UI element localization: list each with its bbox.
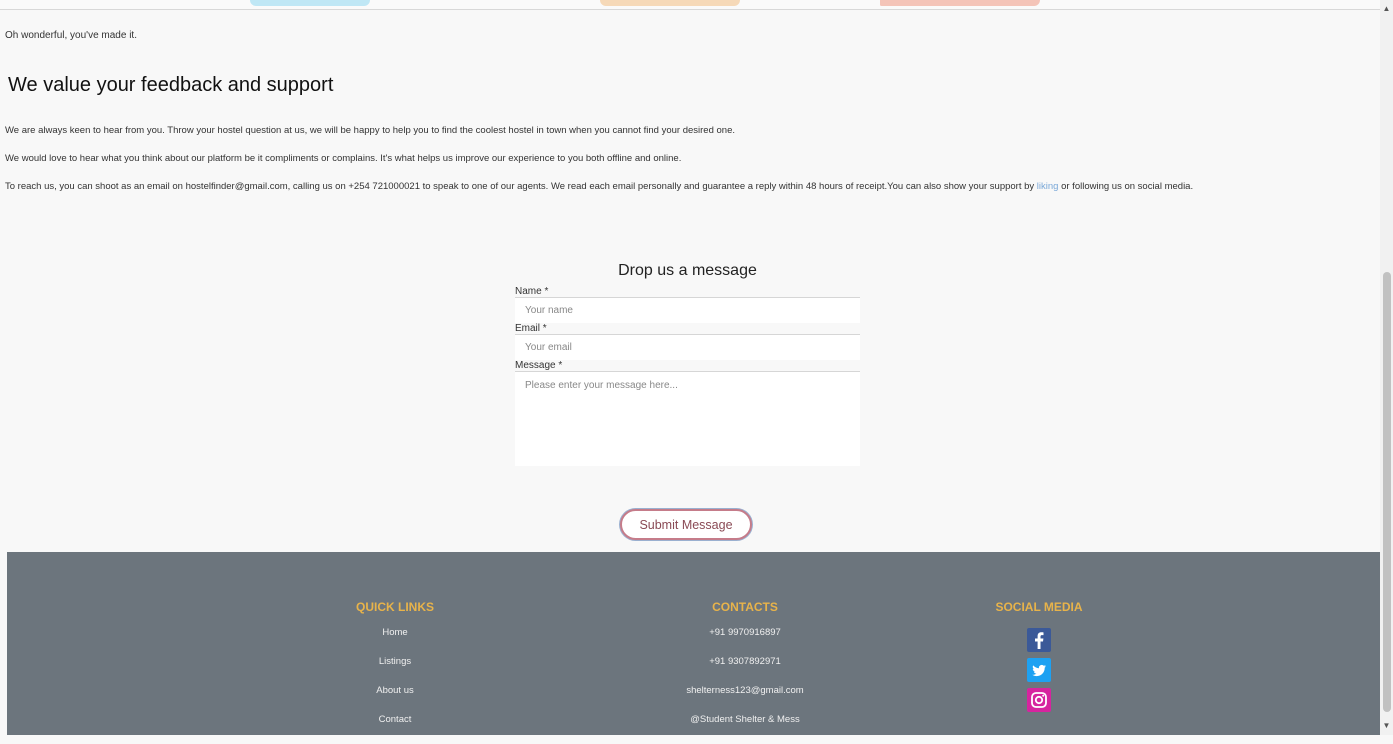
contact-phone-1: +91 9970916897 [709, 627, 781, 638]
facebook-icon[interactable] [1027, 628, 1051, 652]
form-title: Drop us a message [618, 262, 757, 279]
vertical-scrollbar[interactable]: ▲ ▼ [1380, 0, 1393, 735]
twitter-icon[interactable] [1027, 658, 1051, 682]
social-media-title: SOCIAL MEDIA [995, 600, 1083, 614]
footer-link-listings[interactable]: Listings [275, 657, 515, 686]
contact-form: Drop us a message Name * Email * Message… [515, 262, 860, 466]
banner-shape [600, 0, 740, 6]
footer: QUICK LINKS Home Listings About us Conta… [7, 552, 1380, 735]
scroll-down-icon[interactable]: ▼ [1380, 719, 1393, 733]
footer-link-contact[interactable]: Contact [275, 715, 515, 744]
paragraph-intro: We are always keen to hear from you. Thr… [5, 125, 735, 136]
contacts-column: CONTACTS +91 9970916897 +91 9307892971 s… [625, 600, 865, 744]
scrollbar-thumb[interactable] [1383, 272, 1391, 712]
quick-links-column: QUICK LINKS Home Listings About us Conta… [275, 600, 515, 744]
footer-link-home[interactable]: Home [275, 628, 515, 657]
quick-links-title: QUICK LINKS [356, 600, 434, 614]
footer-link-about[interactable]: About us [275, 686, 515, 715]
message-textarea[interactable] [515, 371, 860, 466]
paragraph-contact: To reach us, you can shoot as an email o… [5, 180, 1380, 193]
contact-handle: @Student Shelter & Mess [690, 714, 800, 725]
contact-text: To reach us, you can shoot as an email o… [5, 181, 1037, 192]
contact-email: shelterness123@gmail.com [686, 685, 804, 696]
contact-text-end: or following us on social media. [1058, 181, 1194, 192]
name-label: Name * [515, 286, 549, 297]
name-input[interactable] [515, 297, 860, 323]
intro-text: Oh wonderful, you've made it. [5, 30, 137, 41]
submit-message-button[interactable]: Submit Message [620, 509, 752, 540]
message-label: Message * [515, 360, 563, 371]
liking-link[interactable]: liking [1037, 181, 1059, 192]
social-media-column: SOCIAL MEDIA [919, 600, 1159, 718]
scroll-up-icon[interactable]: ▲ [1380, 2, 1393, 16]
contact-phone-2: +91 9307892971 [709, 656, 781, 667]
page-heading: We value your feedback and support [8, 74, 334, 96]
top-banner-strip [0, 0, 1380, 10]
banner-shape [880, 0, 1040, 6]
instagram-icon[interactable] [1027, 688, 1051, 712]
contacts-title: CONTACTS [712, 600, 778, 614]
email-input[interactable] [515, 334, 860, 360]
email-label: Email * [515, 323, 547, 334]
paragraph-feedback: We would love to hear what you think abo… [5, 153, 682, 164]
banner-shape [250, 0, 370, 6]
